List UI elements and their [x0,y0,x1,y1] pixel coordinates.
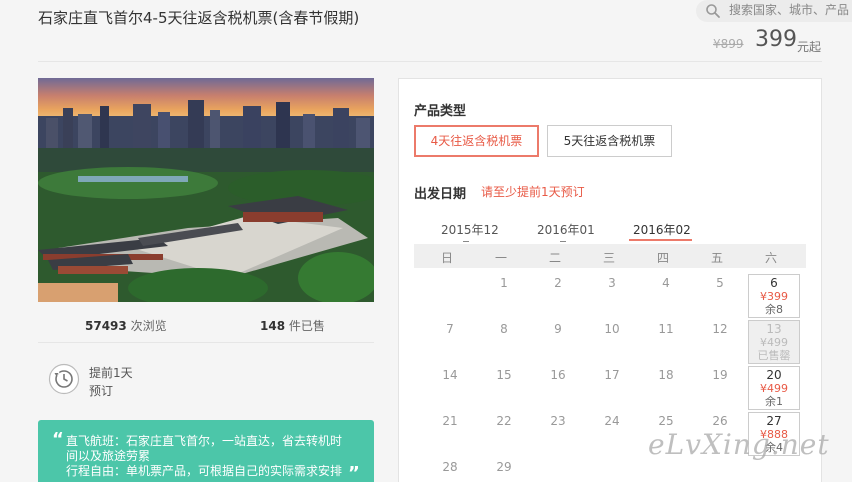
weekday-sat: 六 [765,251,778,265]
calendar-day: 24 [604,414,620,428]
month-tab-2016-01[interactable]: 2016年01 [537,221,595,238]
month-tick [463,241,469,242]
calendar-day: 21 [442,414,458,428]
calendar-day: 19 [712,368,728,382]
month-tab-2015-12[interactable]: 2015年12 [441,221,499,238]
calendar-day: 2 [554,276,562,290]
product-type-5day-button[interactable]: 5天往返含税机票 [547,125,672,157]
price-unit: 元起 [797,40,822,54]
advance-booking-days: 提前1天 [89,366,133,380]
month-tab-2016-02[interactable]: 2016年02 [633,221,691,238]
weekday-tue: 二 [549,251,562,265]
product-type-4day-button[interactable]: 4天往返含税机票 [414,125,539,157]
quote-close-icon: ” [348,463,360,482]
description-line: 直飞航班：石家庄直飞首尔，一站直达，省去转机时 [66,434,343,448]
calendar-day: 3 [608,276,616,290]
cell-price: ¥499 [760,336,788,349]
search-input[interactable]: 搜索国家、城市、产品 [729,1,849,18]
calendar-day: 11 [658,322,674,336]
cell-day: 20 [766,368,782,382]
cell-day: 6 [770,276,778,290]
calendar-day: 18 [658,368,674,382]
calendar-cell-soldout: 13 ¥499 已售罄 [748,320,800,364]
description-line: 行程自由：单机票产品，可根据自己的实际需求安排 [66,464,343,478]
stats-divider [38,342,374,343]
calendar-day: 9 [554,322,562,336]
current-price: 399 [755,27,797,52]
cell-stock: 余8 [765,303,783,316]
calendar-day: 23 [550,414,566,428]
calendar-day: 16 [550,368,566,382]
cell-day: 13 [766,322,782,336]
calendar-day: 15 [496,368,512,382]
calendar-day: 29 [496,460,512,474]
sold-count: 148 件已售 [260,319,325,333]
calendar-weekday-header: 日 一 二 三 四 五 六 [414,244,806,268]
advance-booking-label: 预订 [89,384,114,398]
view-count: 57493 次浏览 [85,319,167,333]
cell-day: 27 [766,414,782,428]
product-type-label: 产品类型 [414,104,467,119]
product-title: 石家庄直飞首尔4-5天往返含税机票(含春节假期) [38,9,360,27]
search-icon [706,4,720,18]
product-description: “ 直飞航班：石家庄直飞首尔，一站直达，省去转机时 间以及旅途劳累 行程自由：单… [38,420,374,482]
calendar-cell-available[interactable]: 6 ¥399 余8 [748,274,800,318]
cell-stock: 已售罄 [757,349,791,362]
weekday-fri: 五 [711,251,724,265]
search-box[interactable]: 搜索国家、城市、产品 [696,0,852,22]
active-month-underline [629,239,692,241]
departure-date-label: 出发日期 [414,187,467,202]
calendar-day: 10 [604,322,620,336]
weekday-wed: 三 [603,251,616,265]
calendar-day: 5 [716,276,724,290]
calendar-day: 1 [500,276,508,290]
seoul-palace-photo [38,78,374,302]
calendar-day: 7 [446,322,454,336]
weekday-thu: 四 [657,251,670,265]
calendar-day: 28 [442,460,458,474]
calendar-day: 25 [658,414,674,428]
calendar-day: 8 [500,322,508,336]
original-price: ¥899 [713,37,744,51]
weekday-mon: 一 [495,251,508,265]
calendar-cell-available[interactable]: 20 ¥499 余1 [748,366,800,410]
header-divider [38,61,822,62]
cell-price: ¥399 [760,290,788,303]
calendar-day: 26 [712,414,728,428]
calendar-day: 14 [442,368,458,382]
site-watermark: eLvXing.net [648,428,830,461]
advance-booking-hint: 请至少提前1天预订 [481,185,585,199]
calendar-day: 17 [604,368,620,382]
booking-panel: 产品类型 4天往返含税机票 5天往返含税机票 出发日期 请至少提前1天预订 20… [398,78,822,482]
description-line: 间以及旅途劳累 [66,449,151,463]
cell-price: ¥499 [760,382,788,395]
calendar-day: 4 [662,276,670,290]
calendar-day: 12 [712,322,728,336]
quote-open-icon: “ [52,429,64,450]
calendar-day: 22 [496,414,512,428]
weekday-sun: 日 [441,251,454,265]
month-tick [560,241,566,242]
cell-stock: 余1 [765,395,783,408]
clock-icon [48,363,80,395]
